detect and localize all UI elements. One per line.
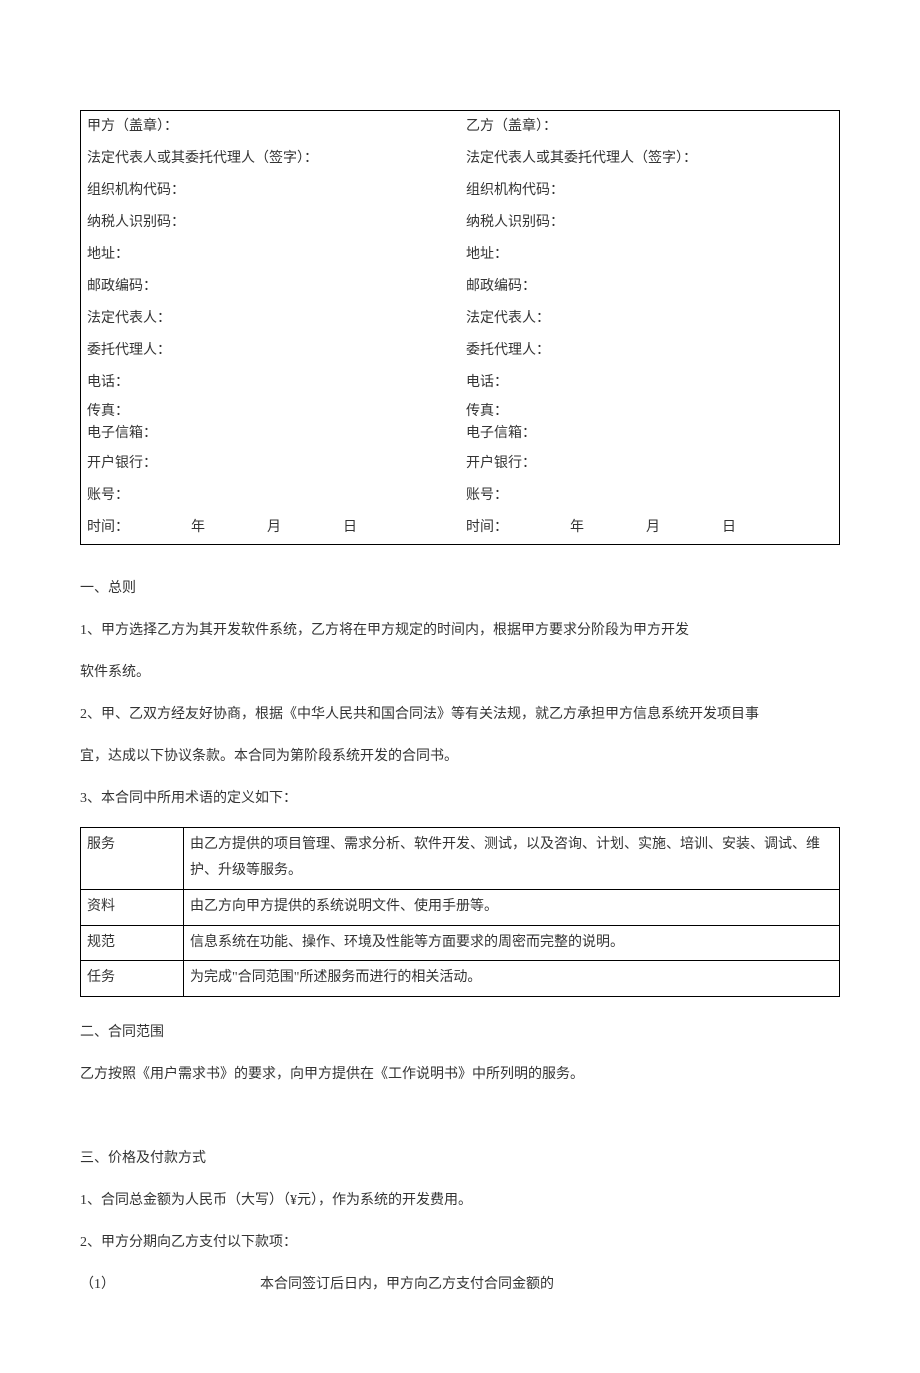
term-spec-desc: 信息系统在功能、操作、环境及性能等方面要求的周密而完整的说明。 [184,925,840,961]
term-service-desc: 由乙方提供的项目管理、需求分析、软件开发、测试，以及咨询、计划、实施、培训、安装… [184,827,840,889]
terms-row-material: 资料 由乙方向甲方提供的系统说明文件、使用手册等。 [81,889,840,925]
party-a-address: 地址： [81,239,461,271]
party-info-table: 甲方（盖章）： 乙方（盖章）： 法定代表人或其委托代理人（签字）： 法定代表人或… [80,110,840,545]
party-a-bank: 开户银行： [81,448,461,480]
section3-p3-text: 本合同签订后日内，甲方向乙方支付合同金额的 [260,1277,554,1292]
party-b-year: 年 [570,514,584,542]
party-a-year: 年 [191,514,205,542]
party-a-account: 账号： [81,480,461,512]
party-a-tel: 电话： [81,367,461,399]
party-a-org-code: 组织机构代码： [81,175,461,207]
party-a-email: 电子信箱： [87,423,454,445]
party-b-tel: 电话： [460,367,840,399]
party-b-header: 乙方（盖章）： [460,111,840,144]
term-spec-name: 规范 [81,925,184,961]
party-b-bank: 开户银行： [460,448,840,480]
party-a-tax-id: 纳税人识别码： [81,207,461,239]
section2-heading: 二、合同范围 [80,1019,840,1047]
party-b-day: 日 [722,514,736,542]
party-b-fax: 传真： [466,401,833,423]
party-a-header: 甲方（盖章）： [81,111,461,144]
terms-row-service: 服务 由乙方提供的项目管理、需求分析、软件开发、测试，以及咨询、计划、实施、培训… [81,827,840,889]
section1-p3: 3、本合同中所用术语的定义如下： [80,785,840,813]
party-b-account: 账号： [460,480,840,512]
party-a-postal: 邮政编码： [81,271,461,303]
section3-p1: 1、合同总金额为人民币（大写）（¥元），作为系统的开发费用。 [80,1187,840,1215]
party-a-legal-agent: 法定代表人或其委托代理人（签字）： [81,143,461,175]
party-b-org-code: 组织机构代码： [460,175,840,207]
section3-p3-num: （1） [80,1271,260,1299]
section1-p2b: 宜，达成以下协议条款。本合同为第阶段系统开发的合同书。 [80,743,840,771]
party-b-agent: 委托代理人： [460,335,840,367]
terms-row-spec: 规范 信息系统在功能、操作、环境及性能等方面要求的周密而完整的说明。 [81,925,840,961]
party-a-day: 日 [343,514,357,542]
section2-p1: 乙方按照《用户需求书》的要求，向甲方提供在《工作说明书》中所列明的服务。 [80,1061,840,1089]
party-a-month: 月 [267,514,281,542]
party-a-agent: 委托代理人： [81,335,461,367]
section3-payment-1: （1）本合同签订后日内，甲方向乙方支付合同金额的 [80,1271,840,1299]
party-b-address: 地址： [460,239,840,271]
party-b-email: 电子信箱： [466,423,833,445]
party-b-tax-id: 纳税人识别码： [460,207,840,239]
section1-heading: 一、总则 [80,575,840,603]
party-b-date-row: 时间： 年 月 日 [460,512,840,545]
party-a-date-row: 时间： 年 月 日 [81,512,461,545]
terms-row-task: 任务 为完成"合同范围"所述服务而进行的相关活动。 [81,961,840,997]
party-b-month: 月 [646,514,660,542]
term-task-desc: 为完成"合同范围"所述服务而进行的相关活动。 [184,961,840,997]
term-service-name: 服务 [81,827,184,889]
party-b-time-label: 时间： [466,514,508,542]
party-a-legal-rep: 法定代表人： [81,303,461,335]
party-a-fax: 传真： [87,401,454,423]
section1-p1b: 软件系统。 [80,659,840,687]
term-material-name: 资料 [81,889,184,925]
party-b-postal: 邮政编码： [460,271,840,303]
section3-p2: 2、甲方分期向乙方支付以下款项： [80,1229,840,1257]
section3-heading: 三、价格及付款方式 [80,1145,840,1173]
term-task-name: 任务 [81,961,184,997]
party-a-time-label: 时间： [87,514,129,542]
terms-table: 服务 由乙方提供的项目管理、需求分析、软件开发、测试，以及咨询、计划、实施、培训… [80,827,840,997]
party-b-legal-agent: 法定代表人或其委托代理人（签字）： [460,143,840,175]
party-b-legal-rep: 法定代表人： [460,303,840,335]
section1-p2a: 2、甲、乙双方经友好协商，根据《中华人民共和国合同法》等有关法规，就乙方承担甲方… [80,701,840,729]
section1-p1a: 1、甲方选择乙方为其开发软件系统，乙方将在甲方规定的时间内，根据甲方要求分阶段为… [80,617,840,645]
term-material-desc: 由乙方向甲方提供的系统说明文件、使用手册等。 [184,889,840,925]
